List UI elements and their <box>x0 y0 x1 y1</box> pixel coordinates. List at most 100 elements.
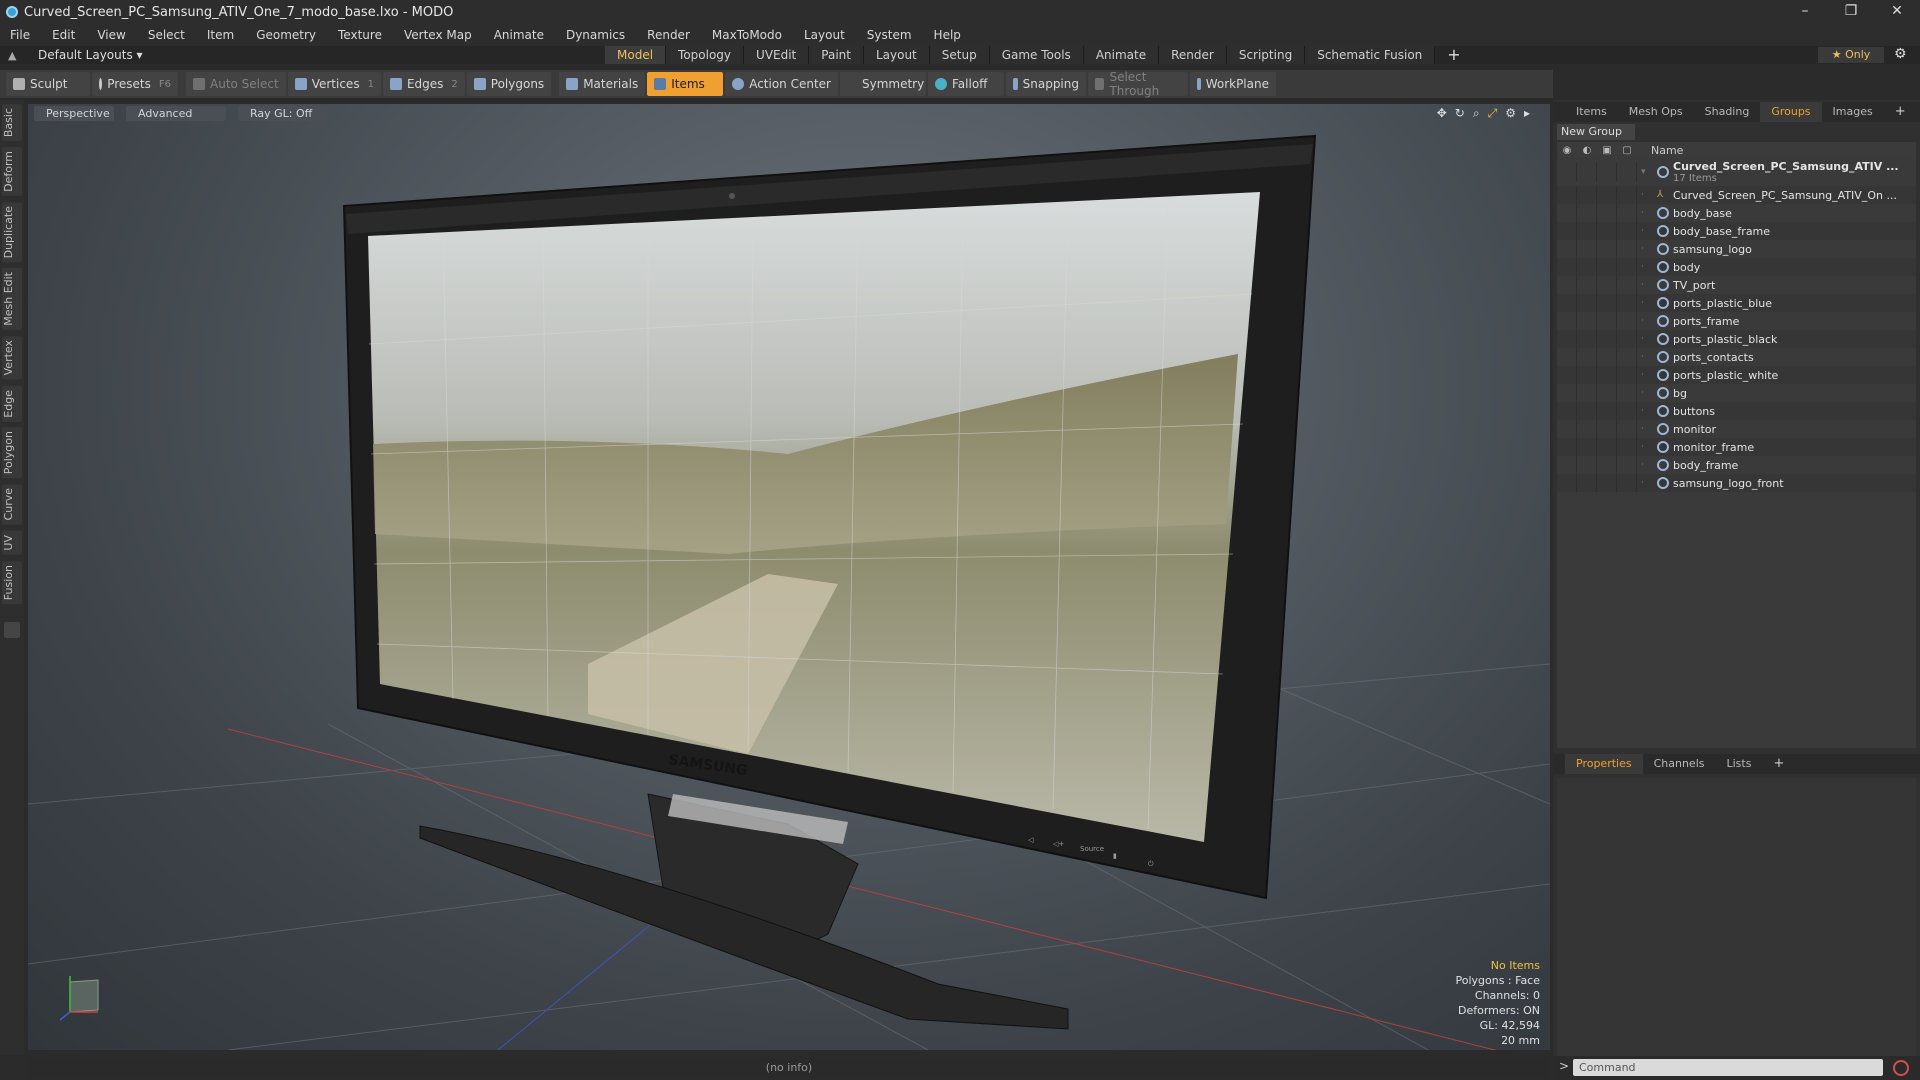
presets-button[interactable]: Presets F6 <box>92 72 178 96</box>
only-button[interactable]: ★ Only <box>1818 47 1884 63</box>
edges-button[interactable]: Edges 2 <box>382 72 465 96</box>
tab-layout[interactable]: Layout <box>863 46 930 64</box>
group-root-row[interactable]: ▾ Curved_Screen_PC_Samsung_ATIV ... 17 I… <box>1557 158 1916 186</box>
tab-topology[interactable]: Topology <box>666 46 745 64</box>
default-layouts-dropdown[interactable]: Default Layouts ▾ <box>38 48 143 62</box>
tab-schematic-fusion[interactable]: Schematic Fusion <box>1305 46 1436 64</box>
list-item[interactable]: · bg <box>1557 384 1916 402</box>
tab-setup[interactable]: Setup <box>929 46 990 64</box>
menu-maxtomodo[interactable]: MaxToModo <box>712 28 782 42</box>
left-tab-uv[interactable]: UV <box>2 530 22 555</box>
left-tab-deform[interactable]: Deform <box>2 147 22 197</box>
add-bottom-tab-button[interactable]: + <box>1762 754 1795 774</box>
move-view-icon[interactable]: ✥ <box>1437 106 1447 121</box>
tab-game-tools[interactable]: Game Tools <box>989 46 1084 64</box>
view-settings-gear-icon[interactable]: ⚙ <box>1505 106 1516 121</box>
list-item[interactable]: · body_frame <box>1557 456 1916 474</box>
left-tab-fusion[interactable]: Fusion <box>2 560 22 604</box>
tab-uvedit[interactable]: UVEdit <box>744 46 810 64</box>
list-item[interactable]: · ⅄ Curved_Screen_PC_Samsung_ATIV_On ... <box>1557 186 1916 204</box>
list-item[interactable]: · ports_plastic_black <box>1557 330 1916 348</box>
left-tab-extra-button[interactable] <box>4 621 20 638</box>
list-item[interactable]: · samsung_logo <box>1557 240 1916 258</box>
tab-channels[interactable]: Channels <box>1643 754 1716 774</box>
symmetry-button[interactable]: Symmetry <box>840 72 926 96</box>
new-group-button[interactable]: New Group <box>1557 124 1635 140</box>
left-tab-vertex[interactable]: Vertex <box>2 336 22 380</box>
list-item[interactable]: · ports_plastic_white <box>1557 366 1916 384</box>
tab-groups[interactable]: Groups <box>1760 102 1822 122</box>
tab-items[interactable]: Items <box>1565 102 1618 122</box>
left-tab-duplicate[interactable]: Duplicate <box>2 202 22 263</box>
tab-lists[interactable]: Lists <box>1716 754 1763 774</box>
visibility-eye-icon[interactable]: ◉ <box>1557 145 1577 156</box>
list-item[interactable]: · ports_plastic_blue <box>1557 294 1916 312</box>
list-item[interactable]: · ports_frame <box>1557 312 1916 330</box>
list-item[interactable]: · monitor <box>1557 420 1916 438</box>
3d-viewport[interactable]: SAMSUNG ◁ ◁+ Source ▮ ⏻ Perspective Adva… <box>28 104 1550 1050</box>
menu-texture[interactable]: Texture <box>338 28 382 42</box>
select-through-button[interactable]: Select Through <box>1088 70 1188 98</box>
list-item[interactable]: · samsung_logo_front <box>1557 474 1916 492</box>
list-item[interactable]: · body <box>1557 258 1916 276</box>
menu-file[interactable]: File <box>10 28 30 42</box>
perspective-dropdown[interactable]: Perspective <box>34 106 114 121</box>
falloff-button[interactable]: Falloff <box>928 72 1004 96</box>
menu-vertex-map[interactable]: Vertex Map <box>404 28 472 42</box>
menu-view[interactable]: View <box>97 28 125 42</box>
vertices-button[interactable]: Vertices 1 <box>287 72 381 96</box>
menu-dynamics[interactable]: Dynamics <box>566 28 625 42</box>
items-button[interactable]: Items <box>647 72 724 96</box>
menu-geometry[interactable]: Geometry <box>256 28 316 42</box>
rotate-view-icon[interactable]: ↻ <box>1455 106 1465 121</box>
select-icon[interactable]: ▢ <box>1617 145 1637 156</box>
list-item[interactable]: · ports_contacts <box>1557 348 1916 366</box>
menu-select[interactable]: Select <box>148 28 185 42</box>
left-tab-polygon[interactable]: Polygon <box>2 427 22 479</box>
tab-mesh-ops[interactable]: Mesh Ops <box>1618 102 1694 122</box>
left-tab-basic[interactable]: Basic <box>2 104 22 142</box>
menu-edit[interactable]: Edit <box>52 28 75 42</box>
lock-icon[interactable]: ▣ <box>1597 145 1617 156</box>
tab-model[interactable]: Model <box>605 46 667 64</box>
left-tab-edge[interactable]: Edge <box>2 385 22 422</box>
ray-gl-toggle[interactable]: Ray GL: Off <box>238 106 328 121</box>
add-panel-tab-button[interactable]: + <box>1884 102 1917 122</box>
menu-help[interactable]: Help <box>934 28 961 42</box>
render-icon[interactable]: ◐ <box>1577 145 1597 156</box>
snapping-button[interactable]: Snapping <box>1006 72 1086 96</box>
maximize-button[interactable]: ❐ <box>1828 0 1874 24</box>
left-tab-curve[interactable]: Curve <box>2 484 22 525</box>
workplane-button[interactable]: WorkPlane <box>1190 72 1276 96</box>
list-item[interactable]: · buttons <box>1557 402 1916 420</box>
left-tab-mesh-edit[interactable]: Mesh Edit <box>2 268 22 331</box>
tab-properties[interactable]: Properties <box>1565 754 1643 774</box>
zoom-view-icon[interactable]: ⌕ <box>1473 106 1480 121</box>
add-tab-button[interactable]: + <box>1435 46 1472 64</box>
sculpt-button[interactable]: Sculpt <box>6 72 90 96</box>
viewport-menu-arrow-icon[interactable]: ▸ <box>1524 106 1530 121</box>
auto-select-button[interactable]: Auto Select <box>186 72 286 96</box>
list-item[interactable]: · monitor_frame <box>1557 438 1916 456</box>
list-item[interactable]: · body_base <box>1557 204 1916 222</box>
menu-animate[interactable]: Animate <box>494 28 544 42</box>
tab-scripting[interactable]: Scripting <box>1226 46 1306 64</box>
advanced-dropdown[interactable]: Advanced <box>126 106 226 121</box>
tab-shading[interactable]: Shading <box>1694 102 1761 122</box>
minimize-button[interactable]: – <box>1782 0 1828 24</box>
polygons-button[interactable]: Polygons <box>466 72 552 96</box>
tab-images[interactable]: Images <box>1822 102 1884 122</box>
list-item[interactable]: · body_base_frame <box>1557 222 1916 240</box>
tab-animate[interactable]: Animate <box>1083 46 1160 64</box>
menu-system[interactable]: System <box>867 28 912 42</box>
layout-up-arrow-icon[interactable]: ▲ <box>8 49 20 62</box>
maximize-view-icon[interactable]: ⤢ <box>1488 106 1498 121</box>
list-item[interactable]: · TV_port <box>1557 276 1916 294</box>
close-button[interactable]: ✕ <box>1874 0 1920 24</box>
command-input[interactable]: Command <box>1573 1059 1883 1076</box>
tab-paint[interactable]: Paint <box>809 46 864 64</box>
menu-item[interactable]: Item <box>207 28 234 42</box>
materials-button[interactable]: Materials <box>559 72 646 96</box>
menu-render[interactable]: Render <box>647 28 690 42</box>
stop-icon[interactable] <box>1893 1060 1909 1076</box>
